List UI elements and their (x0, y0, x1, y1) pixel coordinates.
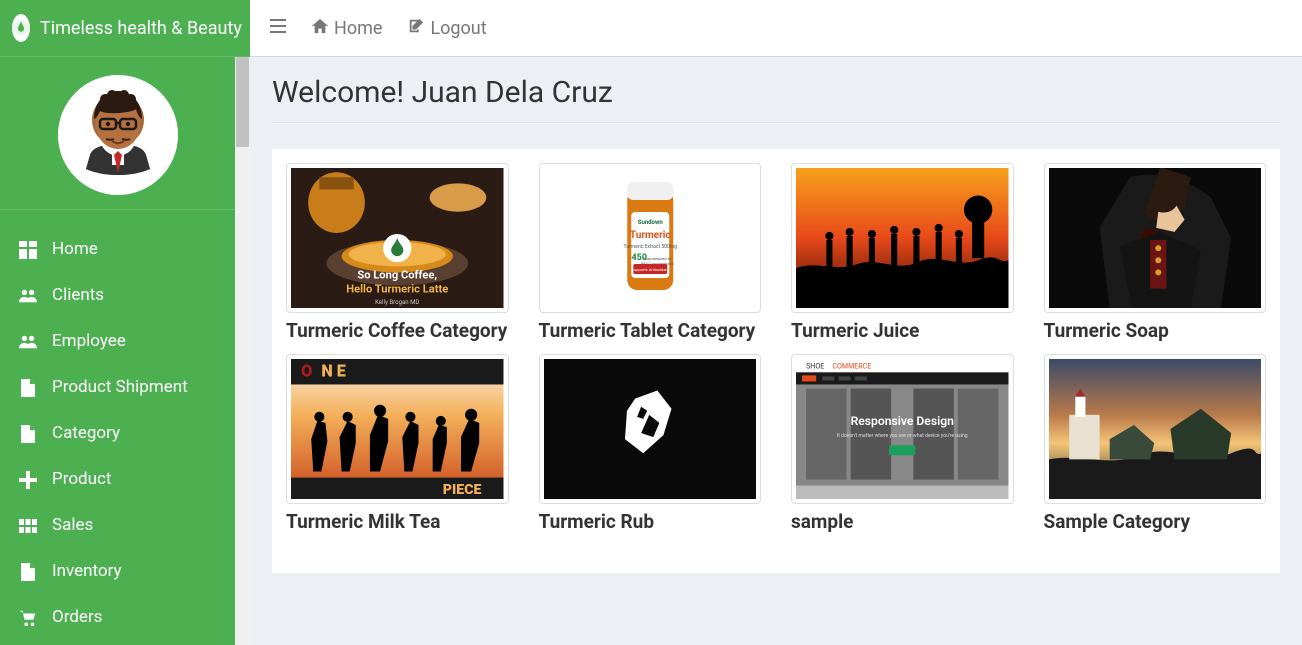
category-card[interactable]: Sample Category (1044, 354, 1267, 533)
sidebar-scrollbar[interactable] (235, 57, 250, 645)
main: Home Logout Welcome! Juan Dela Cruz (250, 0, 1302, 645)
svg-text:Sundown: Sundown (637, 219, 663, 226)
svg-text:N E: N E (321, 361, 345, 380)
users-icon (18, 331, 38, 351)
sidebar-item-employee[interactable]: Employee (0, 318, 235, 364)
plus-icon (18, 469, 38, 489)
category-thumb: So Long Coffee, Hello Turmeric Latte Kel… (286, 163, 509, 313)
sidebar-item-label: Sales (52, 515, 93, 535)
avatar-container (0, 57, 235, 210)
edit-icon (408, 18, 424, 39)
sidebar-item-clients[interactable]: Clients (0, 272, 235, 318)
svg-text:Responsive Design: Responsive Design (851, 414, 955, 428)
bars-icon (270, 18, 286, 39)
brand[interactable]: Timeless health & Beauty (0, 0, 250, 57)
scrollbar-thumb[interactable] (236, 57, 249, 147)
svg-text:Supports Antioxidant: Supports Antioxidant (631, 267, 669, 272)
content: Welcome! Juan Dela Cruz (250, 57, 1302, 645)
category-card[interactable]: Turmeric Juice (791, 163, 1014, 342)
sidebar-item-home[interactable]: Home (0, 226, 235, 272)
sidebar-item-product-shipment[interactable]: Product Shipment (0, 364, 235, 410)
category-card[interactable]: SHOE COMMERCE Responsive Design It doesn'… (791, 354, 1014, 533)
sidebar-scroll: Home Clients Employee Product Shipment C… (0, 57, 250, 645)
topbar-logout-link[interactable]: Logout (408, 18, 486, 39)
category-card[interactable]: Turmeric Soap (1044, 163, 1267, 342)
cart-icon (18, 607, 38, 627)
category-thumb (1044, 163, 1267, 313)
sidebar-item-label: Home (52, 239, 98, 259)
users-icon (18, 285, 38, 305)
file-icon (18, 561, 38, 581)
sidebar-item-label: Clients (52, 285, 104, 305)
svg-text:O: O (301, 361, 312, 380)
category-card[interactable]: O N E PIECE (286, 354, 509, 533)
category-title: Turmeric Tablet Category (539, 319, 762, 342)
topbar: Home Logout (250, 0, 1302, 57)
category-title: Turmeric Milk Tea (286, 510, 509, 533)
brand-text: Timeless health & Beauty (40, 18, 242, 39)
sidebar-item-product[interactable]: Product (0, 456, 235, 502)
category-thumb: Sundown Turmeric Turmeric Extract 500mg … (539, 163, 762, 313)
sidebar-item-label: Product (52, 469, 111, 489)
sidebar-nav: Home Clients Employee Product Shipment C… (0, 210, 235, 645)
th-icon (18, 515, 38, 535)
category-title: Turmeric Rub (539, 510, 762, 533)
sidebar-item-label: Product Shipment (52, 377, 188, 397)
sidebar-item-label: Category (52, 423, 120, 443)
svg-text:So Long Coffee,: So Long Coffee, (357, 268, 437, 281)
category-grid: So Long Coffee, Hello Turmeric Latte Kel… (272, 149, 1280, 573)
category-card[interactable]: Sundown Turmeric Turmeric Extract 500mg … (539, 163, 762, 342)
sidebar-item-sales[interactable]: Sales (0, 502, 235, 548)
avatar[interactable] (58, 75, 178, 195)
topbar-home-link[interactable]: Home (312, 18, 382, 39)
svg-text:PIECE: PIECE (443, 482, 482, 498)
category-thumb (791, 163, 1014, 313)
topbar-logout-label: Logout (430, 18, 486, 39)
category-thumb: SHOE COMMERCE Responsive Design It doesn'… (791, 354, 1014, 504)
category-title: Turmeric Soap (1044, 319, 1267, 342)
file-icon (18, 377, 38, 397)
svg-text:Turmeric Extract 500mg: Turmeric Extract 500mg (623, 244, 677, 250)
category-title: Turmeric Coffee Category (286, 319, 509, 342)
category-card[interactable]: So Long Coffee, Hello Turmeric Latte Kel… (286, 163, 509, 342)
dashboard-icon (18, 239, 38, 259)
svg-text:SHOE: SHOE (806, 361, 824, 370)
category-title: sample (791, 510, 1014, 533)
category-title: Turmeric Juice (791, 319, 1014, 342)
page-title: Welcome! Juan Dela Cruz (272, 75, 1280, 123)
svg-text:Hello Turmeric Latte: Hello Turmeric Latte (346, 283, 448, 296)
sidebar-item-label: Inventory (52, 561, 122, 581)
brand-logo-icon (12, 14, 30, 42)
svg-text:COMMERCE: COMMERCE (832, 361, 871, 370)
sidebar-item-category[interactable]: Category (0, 410, 235, 456)
sidebar-item-inventory[interactable]: Inventory (0, 548, 235, 594)
sidebar-item-orders[interactable]: Orders (0, 594, 235, 640)
file-icon (18, 423, 38, 443)
svg-text:Kelly Brogan MD: Kelly Brogan MD (375, 299, 419, 306)
category-thumb: O N E PIECE (286, 354, 509, 504)
sidebar-item-label: Employee (52, 331, 126, 351)
category-title: Sample Category (1044, 510, 1267, 533)
category-card[interactable]: Turmeric Rub (539, 354, 762, 533)
category-thumb (539, 354, 762, 504)
sidebar-toggle-button[interactable] (270, 18, 286, 39)
svg-text:Turmeric: Turmeric (629, 230, 670, 241)
category-thumb (1044, 354, 1267, 504)
svg-text:It doesn't matter where you ar: It doesn't matter where you are or what … (837, 433, 968, 439)
home-icon (312, 18, 328, 39)
sidebar: Timeless health & Beauty (0, 0, 250, 645)
topbar-home-label: Home (334, 18, 382, 39)
sidebar-item-label: Orders (52, 607, 102, 627)
